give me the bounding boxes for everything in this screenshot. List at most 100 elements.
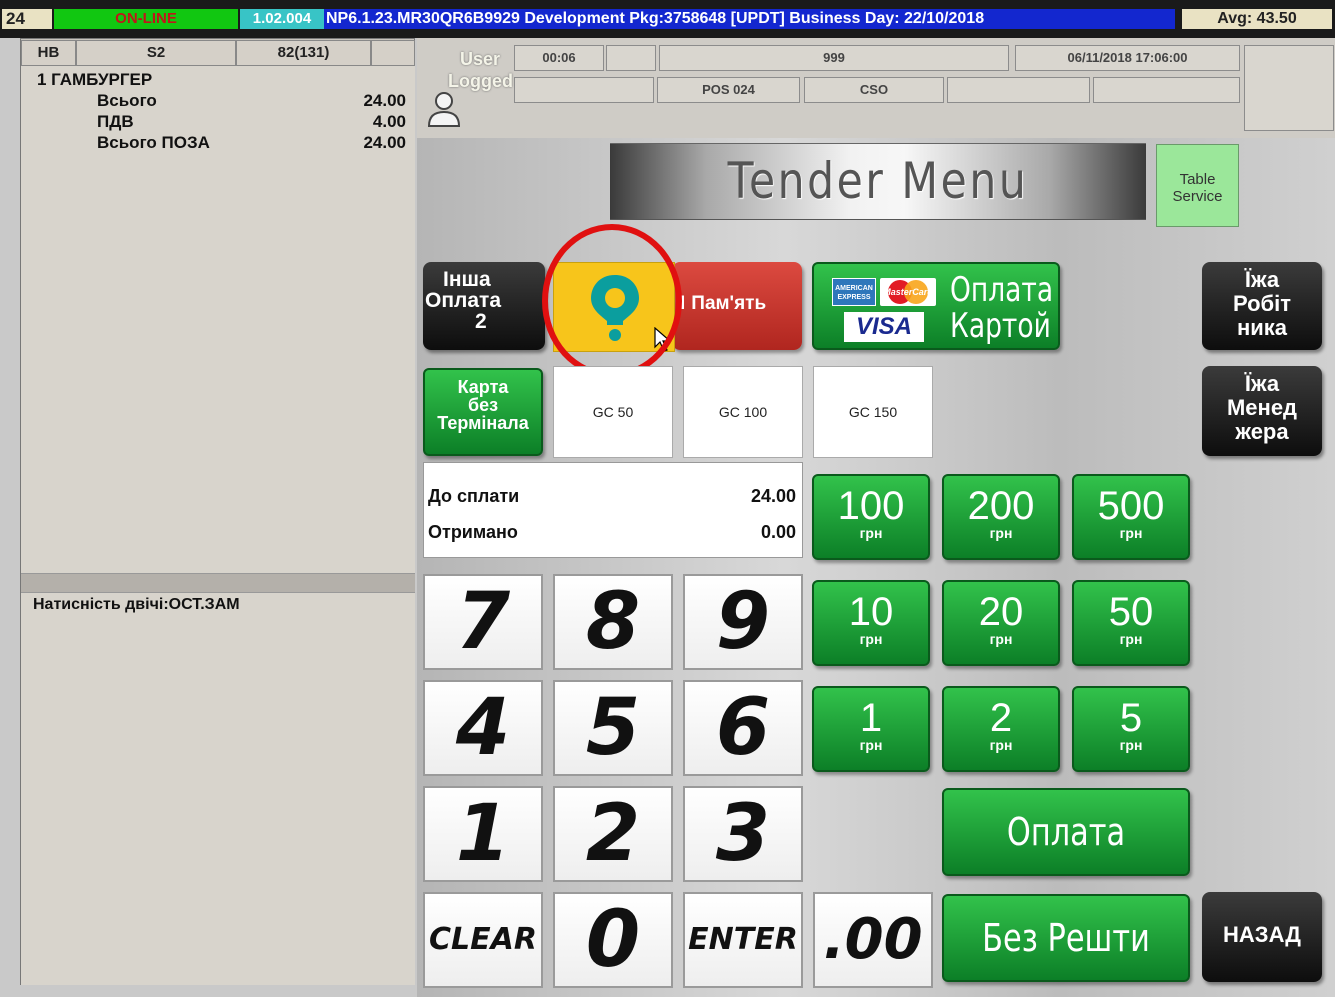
amount-received-label: Отримано (428, 522, 518, 542)
cash-5-unit: грн (1119, 737, 1143, 753)
cash-100-button[interactable]: 100 грн (812, 474, 930, 560)
key-3[interactable]: 3 (683, 786, 803, 882)
table-service-button[interactable]: Table Service (1156, 144, 1239, 227)
card-pay-line1: Оплата (950, 270, 1054, 310)
amount-display (423, 462, 803, 558)
station-number: 24 (2, 9, 52, 29)
user-label-line2: Logged (448, 71, 513, 91)
amex-logo-icon: AMERICAN EXPRESS (832, 278, 876, 306)
order-header-blank (371, 40, 415, 66)
cash-2-button[interactable]: 2 грн (942, 686, 1060, 772)
online-status: ON-LINE (54, 9, 238, 29)
other-payment-line1: Інша (443, 268, 491, 291)
exact-cash-label: Без Решти (982, 916, 1150, 960)
key-1[interactable]: 1 (423, 786, 543, 882)
cash-100-unit: грн (859, 525, 883, 541)
cash-50-value: 50 (1108, 590, 1154, 634)
cash-20-value: 20 (978, 590, 1024, 634)
gift-card-150-button[interactable]: GC 150 (813, 366, 933, 458)
cash-100-value: 100 (837, 484, 905, 528)
gift-card-50-button[interactable]: GC 50 (553, 366, 673, 458)
cash-500-value: 500 (1097, 484, 1165, 528)
card-no-terminal-line2: без (467, 395, 499, 415)
version-label: 1.02.004 (240, 9, 324, 29)
cash-10-button[interactable]: 10 грн (812, 580, 930, 666)
cash-20-button[interactable]: 20 грн (942, 580, 1060, 666)
status-bar: 24 ON-LINE 1.02.004 NP6.1.23.MR30QR6B992… (0, 0, 1335, 38)
message-text: Натисність двічі:ОСТ.ЗАМ (33, 596, 240, 613)
key-0[interactable]: 0 (553, 892, 673, 988)
cash-1-unit: грн (859, 737, 883, 753)
manager-meal-button[interactable]: Їжа Менед жера (1202, 366, 1322, 456)
key-9[interactable]: 9 (683, 574, 803, 670)
key-4[interactable]: 4 (423, 680, 543, 776)
table-service-label: Table Service (1172, 171, 1223, 205)
timer-cell: 00:06 (514, 45, 604, 71)
order-header-s2: S2 (76, 40, 236, 66)
key-2[interactable]: 2 (553, 786, 673, 882)
key-7[interactable]: 7 (423, 574, 543, 670)
cash-2-value: 2 (989, 696, 1013, 740)
message-area (21, 593, 415, 985)
pay-button[interactable]: Оплата (942, 788, 1190, 876)
system-info: NP6.1.23.MR30QR6B9929 Development Pkg:37… (324, 9, 1175, 29)
blank-cell-d (947, 77, 1090, 103)
cash-5-button[interactable]: 5 грн (1072, 686, 1190, 772)
exact-cash-button[interactable]: Без Решти (942, 894, 1190, 982)
user-label: User Logged (448, 48, 513, 92)
memory-label: Пам'ять (691, 293, 767, 314)
cash-50-unit: грн (1119, 631, 1143, 647)
visa-logo-icon: VISA (844, 312, 924, 342)
back-label: НАЗАД (1223, 922, 1301, 947)
mastercard-logo-icon: MasterCard (880, 278, 936, 306)
manager-meal-line1: Їжа (1244, 371, 1280, 396)
card-no-terminal-line3: Термінала (437, 413, 529, 433)
blank-cell-c (514, 77, 654, 103)
blank-cell-e (1093, 77, 1240, 103)
card-no-terminal-line1: Карта (457, 377, 509, 397)
blank-cell-b (1244, 45, 1334, 131)
key-5[interactable]: 5 (553, 680, 673, 776)
other-payment-line2: Оплата (425, 289, 502, 312)
cash-10-unit: грн (859, 631, 883, 647)
gift-card-100-button[interactable]: GC 100 (683, 366, 803, 458)
cash-50-button[interactable]: 50 грн (1072, 580, 1190, 666)
cash-200-button[interactable]: 200 грн (942, 474, 1060, 560)
cash-500-button[interactable]: 500 грн (1072, 474, 1190, 560)
amount-due-label: До сплати (428, 486, 520, 506)
role-cell: CSO (804, 77, 944, 103)
cash-2-unit: грн (989, 737, 1013, 753)
card-no-terminal-button[interactable]: Карта без Термінала (423, 368, 543, 456)
enter-button[interactable]: ENTER (683, 892, 803, 988)
order-header-count: 82(131) (236, 40, 371, 66)
pos-cell: POS 024 (657, 77, 800, 103)
other-payment-button[interactable]: Інша Оплата 2 (423, 262, 545, 350)
order-item[interactable]: 1 ГАМБУРГЕР (37, 70, 152, 90)
order-total-value: 24.00 (363, 91, 406, 110)
cash-10-value: 10 (848, 590, 894, 634)
cash-1-value: 1 (859, 696, 883, 740)
cash-1-button[interactable]: 1 грн (812, 686, 930, 772)
staff-meal-line1: Їжа (1244, 267, 1280, 292)
cash-20-unit: грн (989, 631, 1013, 647)
manager-meal-line2: Менед (1226, 395, 1298, 420)
cash-5-value: 5 (1119, 696, 1143, 740)
key-6[interactable]: 6 (683, 680, 803, 776)
decimal-zero-button[interactable]: .00 (813, 892, 933, 988)
datetime-cell: 06/11/2018 17:06:00 (1015, 45, 1240, 71)
amount-due-value: 24.00 (750, 486, 796, 506)
memory-button[interactable]: І Пам'ять (672, 262, 802, 350)
order-vat-label: ПДВ (97, 112, 134, 131)
card-pay-button[interactable]: AMERICAN EXPRESS MasterCard VISA Оплата … (812, 262, 1060, 350)
order-vat-value: 4.00 (372, 112, 406, 131)
clear-button[interactable]: CLEAR (423, 892, 543, 988)
other-payment-line3: 2 (475, 310, 487, 333)
amex-logo-text: AMERICAN EXPRESS (835, 285, 873, 301)
staff-meal-button[interactable]: Їжа Робіт ника (1202, 262, 1322, 350)
cash-500-unit: грн (1119, 525, 1143, 541)
back-button[interactable]: НАЗАД (1202, 892, 1322, 982)
amount-received-value: 0.00 (760, 522, 796, 542)
average-label: Avg: 43.50 (1182, 9, 1332, 29)
key-8[interactable]: 8 (553, 574, 673, 670)
card-pay-line2: Картой (950, 306, 1051, 346)
